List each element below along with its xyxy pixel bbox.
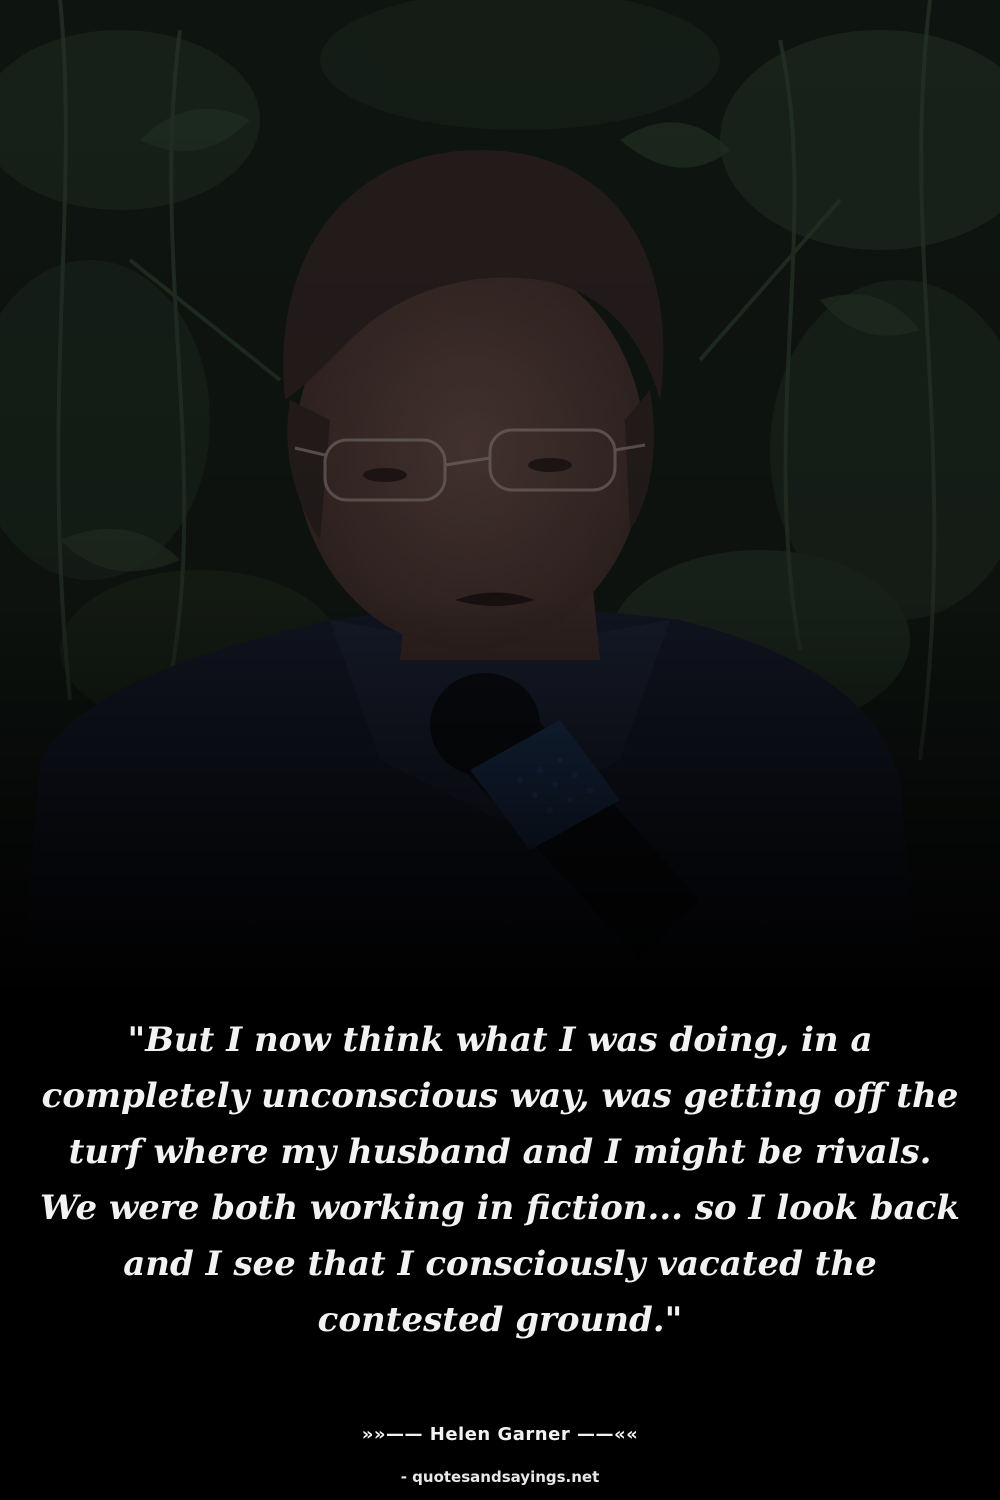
quote-card: "But I now think what I was doing, in a … (0, 0, 1000, 1500)
author-attribution: »»—— Helen Garner ——«« (361, 1424, 639, 1445)
site-watermark: - quotesandsayings.net (400, 1468, 600, 1486)
quote-text: "But I now think what I was doing, in a … (40, 1020, 960, 1340)
quote-block: "But I now think what I was doing, in a … (40, 1012, 960, 1348)
background-photo (0, 0, 1000, 1000)
